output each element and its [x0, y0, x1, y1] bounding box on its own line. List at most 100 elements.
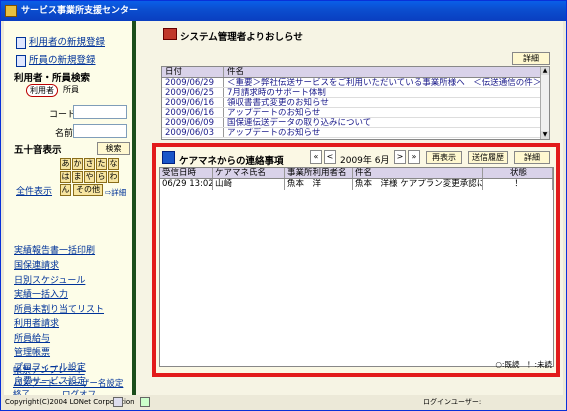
notice-row[interactable]: 2009/06/29 ＜重要＞弊社伝送サービスをご利用いただいている事業所様へ ＜… — [162, 78, 549, 88]
notice-date: 2009/06/29 — [162, 78, 224, 88]
name-input[interactable] — [73, 124, 127, 138]
col-status: 状態 — [483, 168, 553, 178]
register-staff-label: 所員の新規登録 — [29, 55, 96, 66]
col-date: 日付 — [162, 67, 224, 77]
scroll-up-icon[interactable]: ▲ — [541, 67, 549, 75]
status-legend: ○:既読 ！:未読 — [495, 360, 552, 369]
menu-item[interactable]: 所員給与 — [14, 331, 50, 344]
cell-received: 06/29 13:02 — [162, 179, 213, 190]
login-user-label: ログインユーザー: — [423, 398, 482, 406]
kana-button[interactable]: ら — [96, 171, 107, 183]
notice-row[interactable]: 2009/06/03 アップデートのお知らせ — [162, 128, 549, 138]
table-row[interactable]: 06/29 13:02 山崎 魚本 洋 魚本 洋様 ケアプラン変更承認につい ！ — [160, 179, 553, 190]
prev-month-button[interactable]: < — [324, 150, 336, 164]
cell-user: 魚本 洋 — [285, 179, 353, 190]
caremanager-detail-button[interactable]: 詳細 — [514, 151, 550, 164]
notices-scrollbar[interactable]: ▲ ▼ — [540, 67, 549, 139]
year-month-display: 2009年 6月 — [340, 153, 390, 166]
search-target-radios: 利用者 所員 — [26, 84, 82, 97]
notice-icon — [163, 28, 177, 40]
next-month-button[interactable]: > — [394, 150, 406, 164]
notice-subject: 7月請求時のサポート体制 — [227, 88, 326, 97]
kana-button-other[interactable]: その他 — [73, 184, 103, 196]
caremanager-icon — [162, 151, 175, 164]
menu-item[interactable]: 実績報告書一括印刷 — [14, 243, 95, 256]
scroll-down-icon[interactable]: ▼ — [541, 131, 549, 139]
kana-button[interactable]: か — [72, 158, 83, 170]
radio-staff[interactable]: 所員 — [60, 84, 82, 97]
caremanager-table: 受信日時 ケアマネ氏名 事業所利用者名 件名 状態 06/29 13:02 山崎… — [159, 167, 554, 367]
notice-row[interactable]: 2009/06/09 国保連伝送データの取り込みについて — [162, 118, 549, 128]
col-user: 事業所利用者名 — [285, 168, 353, 178]
notice-subject: ＜重要＞弊社伝送サービスをご利用いただいている事業所様へ ＜伝送通信の件＞ — [227, 78, 542, 87]
cell-subject: 魚本 洋様 ケアプラン変更承認につい — [353, 179, 483, 190]
notice-date: 2009/06/03 — [162, 128, 224, 138]
code-label: コード — [49, 110, 77, 120]
notice-row[interactable]: 2009/06/16 アップデートのお知らせ — [162, 108, 549, 118]
year-value: 2009 — [340, 156, 363, 166]
notices-detail-button[interactable]: 詳細 — [512, 52, 550, 65]
col-subject: 件名 — [227, 67, 245, 77]
register-staff-link[interactable]: 所員の新規登録 — [16, 52, 96, 67]
search-section-title: 利用者・所員検索 — [14, 73, 91, 84]
notices-header: 日付 件名 — [162, 67, 549, 78]
kana-button[interactable]: な — [108, 158, 119, 170]
menu-item[interactable]: 帳票テンプレート — [13, 363, 85, 376]
kana-button[interactable]: さ — [84, 158, 95, 170]
send-history-button[interactable]: 送信履歴 — [468, 151, 508, 164]
notice-row[interactable]: 2009/06/16 領収書書式変更のお知らせ — [162, 98, 549, 108]
all-display-link[interactable]: 全件表示 — [16, 184, 52, 197]
status-bar: Copyright(C)2004 LONet Corporation ログインユ… — [3, 395, 562, 409]
menu-item[interactable]: 実績一括入力 — [14, 287, 68, 300]
search-button[interactable]: 検索 — [97, 142, 130, 155]
person-icon — [16, 36, 26, 49]
sidebar: 利用者の新規登録 所員の新規登録 利用者・所員検索 利用者 所員 コード 名前 … — [4, 21, 136, 395]
kana-button[interactable]: た — [96, 158, 107, 170]
notice-subject: 領収書書式変更のお知らせ — [227, 98, 329, 107]
notice-subject: アップデートのお知らせ — [227, 108, 321, 117]
title-bar: サービス事業所支援センター — [1, 1, 566, 21]
kana-button[interactable]: ま — [72, 171, 83, 183]
menu-item[interactable]: 利用者請求 — [14, 316, 59, 329]
kana-button[interactable]: あ — [60, 158, 71, 170]
kana-button-n[interactable]: ん — [60, 184, 71, 196]
col-caremanager: ケアマネ氏名 — [213, 168, 285, 178]
year-suffix: 年 — [362, 156, 372, 166]
notice-subject: 国保連伝送データの取り込みについて — [227, 118, 372, 127]
radio-user[interactable]: 利用者 — [26, 84, 58, 97]
cell-caremanager: 山崎 — [213, 179, 285, 190]
menu-item[interactable]: 日別スケジュール — [14, 273, 85, 286]
caremanager-header: 受信日時 ケアマネ氏名 事業所利用者名 件名 状態 — [160, 168, 553, 179]
app-icon — [5, 5, 17, 17]
kana-button[interactable]: わ — [108, 171, 119, 183]
notice-row[interactable]: 2009/06/25 7月請求時のサポート体制 — [162, 88, 549, 98]
window-title: サービス事業所支援センター — [21, 6, 139, 16]
next-year-button[interactable]: » — [408, 150, 420, 164]
col-subject: 件名 — [353, 168, 483, 178]
caremanager-title: ケアマネからの連絡事項 — [179, 156, 284, 167]
menu-item[interactable]: 管理帳票 — [14, 345, 50, 358]
register-user-link[interactable]: 利用者の新規登録 — [16, 34, 105, 49]
kana-detail-label: 詳細 — [111, 188, 127, 197]
caremanager-panel: ケアマネからの連絡事項 « < 2009年 6月 > » 再表示 送信履歴 詳細… — [152, 143, 560, 377]
menu-item[interactable]: 国保連請求 — [14, 258, 59, 271]
gojuon-title: 五十音表示 — [14, 145, 62, 156]
notice-date: 2009/06/16 — [162, 98, 224, 108]
kana-button[interactable]: や — [84, 171, 95, 183]
prev-year-button[interactable]: « — [310, 150, 322, 164]
col-received: 受信日時 — [160, 168, 213, 178]
redisplay-button[interactable]: 再表示 — [426, 151, 462, 164]
kana-button[interactable]: は — [60, 171, 71, 183]
kana-detail-link[interactable]: ⇨詳細 — [105, 187, 126, 198]
code-input[interactable] — [73, 105, 127, 119]
notice-subject: アップデートのお知らせ — [227, 128, 321, 137]
notice-date: 2009/06/16 — [162, 108, 224, 118]
person-icon — [16, 54, 26, 67]
pen-icon — [113, 397, 123, 407]
menu-item[interactable]: 所員未割り当てリスト — [14, 302, 104, 315]
notice-date: 2009/06/09 — [162, 118, 224, 128]
home-icon — [140, 397, 150, 407]
cell-status: ！ — [483, 179, 553, 190]
notices-table: 日付 件名 2009/06/29 ＜重要＞弊社伝送サービスをご利用いただいている事… — [161, 66, 550, 140]
month-value: 6月 — [374, 156, 390, 166]
